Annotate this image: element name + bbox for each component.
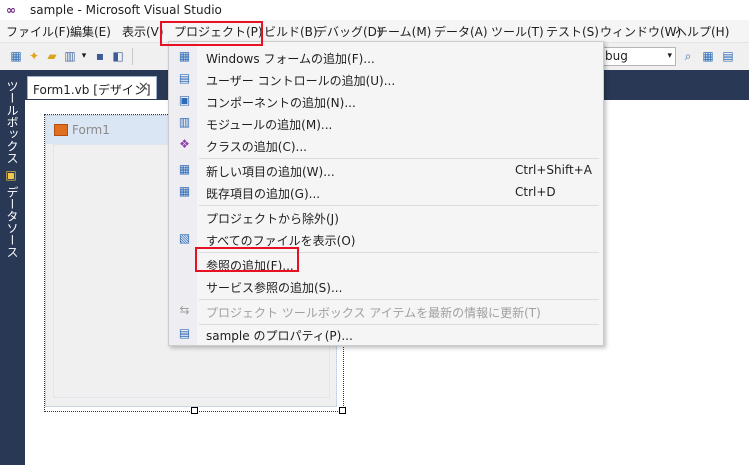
menu-item-add-new-item[interactable]: ▦ 新しい項目の追加(W)... Ctrl+Shift+A xyxy=(169,159,603,181)
menu-item-label: 新しい項目の追加(W)... xyxy=(206,165,335,179)
menu-item-add-component[interactable]: ▣ コンポーネントの追加(N)... xyxy=(169,90,603,112)
properties-window-icon[interactable]: ▤ xyxy=(720,48,736,64)
new-project-icon[interactable]: ▦ xyxy=(8,48,24,64)
tab-label: Form1.vb [デザイン] xyxy=(33,83,151,97)
menu-item-refresh-toolbox-items: ⇆ プロジェクト ツールボックス アイテムを最新の情報に更新(T) xyxy=(169,300,603,322)
menu-item-add-user-control[interactable]: ▤ ユーザー コントロールの追加(U)... xyxy=(169,68,603,90)
menu-item-add-module[interactable]: ▥ モジュールの追加(M)... xyxy=(169,112,603,134)
solution-explorer-icon[interactable]: ▦ xyxy=(700,48,716,64)
menu-item-label: クラスの追加(C)... xyxy=(206,140,307,154)
menu-help[interactable]: ヘルプ(H) xyxy=(675,23,729,40)
add-form-icon: ▦ xyxy=(178,49,191,63)
menu-item-label: プロジェクトから除外(J) xyxy=(206,212,339,226)
menu-item-add-class[interactable]: ❖ クラスの追加(C)... xyxy=(169,134,603,156)
menu-item-label: 既存項目の追加(G)... xyxy=(206,187,321,201)
menu-edit[interactable]: 編集(E) xyxy=(70,23,111,40)
add-user-control-icon: ▤ xyxy=(178,71,191,85)
menu-item-add-windows-form[interactable]: ▦ Windows フォームの追加(F)... xyxy=(169,46,603,68)
menu-item-label: プロジェクト ツールボックス アイテムを最新の情報に更新(T) xyxy=(206,306,541,320)
menu-debug[interactable]: デバッグ(D) xyxy=(315,23,382,40)
menu-item-label: モジュールの追加(M)... xyxy=(206,118,333,132)
title-bar: ∞ sample - Microsoft Visual Studio xyxy=(0,0,749,20)
add-item-icon[interactable]: ✦ xyxy=(26,48,42,64)
chevron-down-icon[interactable]: ▾ xyxy=(76,48,92,64)
add-module-icon: ▥ xyxy=(178,115,191,129)
save-icon[interactable]: ▪ xyxy=(92,48,108,64)
menu-window[interactable]: ウィンドウ(W) xyxy=(600,23,681,40)
resize-handle-bottom-right[interactable] xyxy=(339,407,346,414)
configuration-combo[interactable]: bug ▾ xyxy=(601,47,676,66)
menu-item-label: コンポーネントの追加(N)... xyxy=(206,96,356,110)
menu-team[interactable]: チーム(M) xyxy=(376,23,431,40)
form-icon xyxy=(54,124,68,136)
menu-file[interactable]: ファイル(F) xyxy=(6,23,70,40)
project-menu-dropdown: ▦ Windows フォームの追加(F)... ▤ ユーザー コントロールの追加… xyxy=(168,41,604,346)
menu-data[interactable]: データ(A) xyxy=(434,23,488,40)
menu-bar: ファイル(F) 編集(E) 表示(V) プロジェクト(P) ビルド(B) デバッ… xyxy=(0,20,749,43)
find-in-files-icon[interactable]: ⌕ xyxy=(680,48,696,64)
toolbox-tab[interactable]: ツールボックス xyxy=(4,80,21,164)
highlight-add-reference xyxy=(195,247,299,272)
existing-item-icon: ▦ xyxy=(178,184,191,198)
menu-item-add-existing-item[interactable]: ▦ 既存項目の追加(G)... Ctrl+D xyxy=(169,181,603,203)
highlight-project-menu xyxy=(160,21,263,46)
menu-item-add-service-reference[interactable]: サービス参照の追加(S)... xyxy=(169,275,603,297)
menu-build[interactable]: ビルド(B) xyxy=(264,23,318,40)
add-class-icon: ❖ xyxy=(179,137,190,151)
menu-item-label: Windows フォームの追加(F)... xyxy=(206,52,375,66)
menu-item-shortcut: Ctrl+D xyxy=(515,185,556,199)
add-component-icon: ▣ xyxy=(178,93,191,107)
show-all-files-icon: ▧ xyxy=(178,231,191,245)
tab-form1-design[interactable]: Form1.vb [デザイン] ✕ xyxy=(27,76,157,99)
menu-item-label: ユーザー コントロールの追加(U)... xyxy=(206,74,396,88)
window-title: sample - Microsoft Visual Studio xyxy=(30,3,222,17)
menu-tools[interactable]: ツール(T) xyxy=(491,23,544,40)
menu-item-project-properties[interactable]: ▤ sample のプロパティ(P)... xyxy=(169,323,603,345)
vs-logo-icon: ∞ xyxy=(6,3,16,17)
menu-item-shortcut: Ctrl+Shift+A xyxy=(515,163,592,177)
configuration-value: bug xyxy=(605,49,628,63)
menu-item-label: サービス参照の追加(S)... xyxy=(206,281,343,295)
menu-test[interactable]: テスト(S) xyxy=(546,23,599,40)
close-icon[interactable]: ✕ xyxy=(138,80,149,95)
open-folder-icon[interactable]: ▰ xyxy=(44,48,60,64)
left-tool-strip: ツールボックス ▣ データソース xyxy=(0,70,25,465)
chevron-down-icon: ▾ xyxy=(667,51,672,61)
datasource-tab[interactable]: データソース xyxy=(4,186,21,258)
refresh-toolbox-icon: ⇆ xyxy=(179,303,190,317)
menu-item-label: sample のプロパティ(P)... xyxy=(206,329,353,343)
datasource-icon: ▣ xyxy=(4,168,18,182)
save-all-icon[interactable]: ◧ xyxy=(110,48,126,64)
menu-item-exclude-from-project[interactable]: プロジェクトから除外(J) xyxy=(169,206,603,228)
menu-view[interactable]: 表示(V) xyxy=(122,23,164,40)
form-caption: Form1 xyxy=(72,123,110,137)
resize-handle-bottom[interactable] xyxy=(191,407,198,414)
toolbar-separator xyxy=(132,48,133,65)
new-item-icon: ▦ xyxy=(178,162,191,176)
properties-icon: ▤ xyxy=(178,326,191,340)
